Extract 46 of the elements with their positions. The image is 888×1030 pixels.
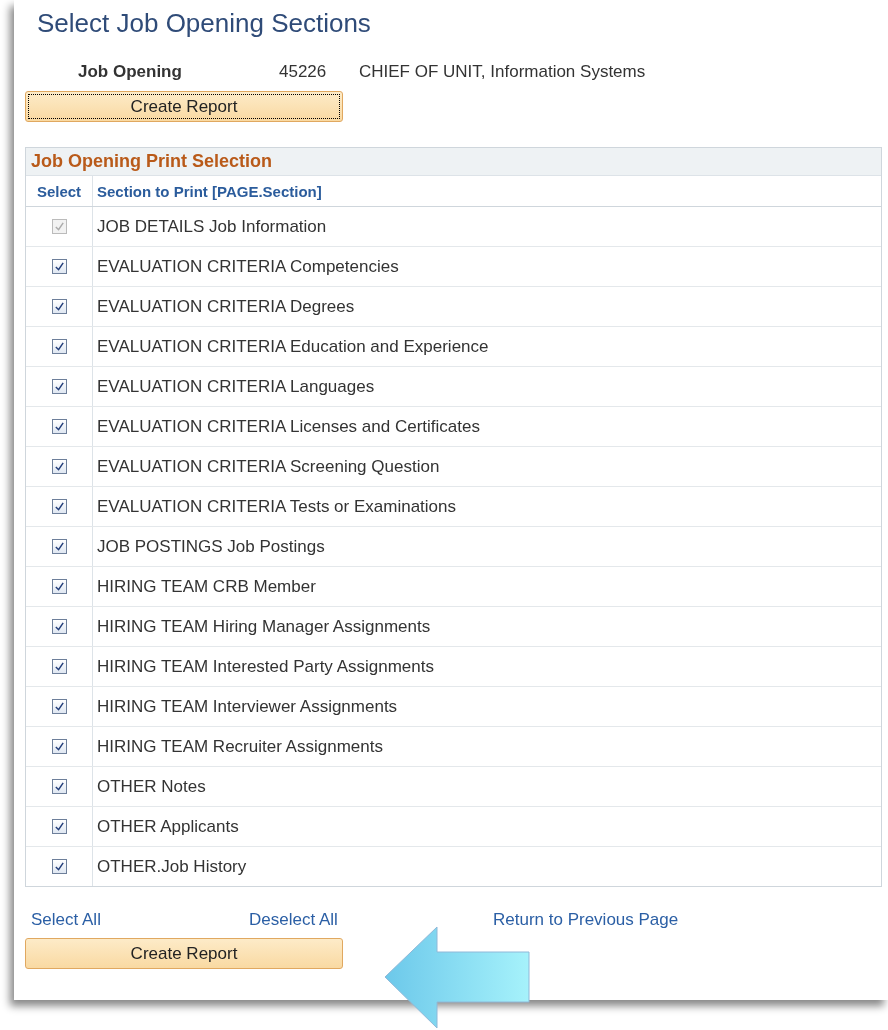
- checkbox[interactable]: [51, 299, 67, 314]
- checkbox[interactable]: [51, 459, 67, 474]
- table-cell: HIRING TEAM Recruiter Assignments: [97, 736, 383, 757]
- link[interactable]: Return to Previous Page: [493, 910, 679, 930]
- job-opening-number: 45226: [279, 62, 328, 82]
- arrow-icon: [383, 925, 533, 1030]
- checkbox[interactable]: [51, 539, 67, 554]
- table-cell: HIRING TEAM Interested Party Assignments: [97, 656, 434, 677]
- grid-title: Job Opening Print Selection: [26, 148, 881, 176]
- checkbox[interactable]: [51, 619, 67, 634]
- table-cell: EVALUATION CRITERIA Licenses and Certificates: [97, 416, 480, 437]
- column-header: Select: [26, 176, 93, 206]
- field-label: Job Opening: [77, 62, 183, 82]
- checkbox[interactable]: [51, 579, 67, 594]
- table-cell: EVALUATION CRITERIA Screening Question: [97, 456, 440, 477]
- create-report-button[interactable]: Create Report: [25, 938, 343, 969]
- table-cell: HIRING TEAM CRB Member: [97, 576, 316, 597]
- table-cell: EVALUATION CRITERIA Degrees: [97, 296, 355, 317]
- checkbox[interactable]: [51, 339, 67, 354]
- checkbox[interactable]: [51, 699, 67, 714]
- checkbox[interactable]: [51, 499, 67, 514]
- checkbox[interactable]: [51, 739, 67, 754]
- table-cell: EVALUATION CRITERIA Competencies: [97, 256, 399, 277]
- table-cell: OTHER.Job History: [97, 856, 247, 877]
- link[interactable]: Deselect All: [249, 910, 493, 930]
- column-header: Section to Print [PAGE.Section]: [96, 181, 323, 202]
- checkbox[interactable]: [51, 819, 67, 834]
- job-opening-description: CHIEF OF UNIT, Information Systems: [359, 62, 646, 82]
- table-cell: OTHER Applicants: [97, 816, 239, 837]
- table-cell: HIRING TEAM Interviewer Assignments: [97, 696, 398, 717]
- table-cell: EVALUATION CRITERIA Education and Experience: [97, 336, 489, 357]
- link[interactable]: Select All: [31, 910, 249, 930]
- page-title: Select Job Opening Sections: [36, 7, 372, 40]
- table-cell: JOB DETAILS Job Information: [97, 216, 327, 237]
- checkbox[interactable]: [51, 259, 67, 274]
- table-cell: OTHER Notes: [97, 776, 206, 797]
- table-cell: JOB POSTINGS Job Postings: [97, 536, 325, 557]
- create-report-button[interactable]: Create Report: [25, 91, 343, 122]
- checkbox[interactable]: [51, 419, 67, 434]
- table-cell: EVALUATION CRITERIA Tests or Examinations: [97, 496, 456, 517]
- checkbox[interactable]: [51, 379, 67, 394]
- checkbox[interactable]: [51, 659, 67, 674]
- table-cell: EVALUATION CRITERIA Languages: [97, 376, 375, 397]
- checkbox[interactable]: [51, 859, 67, 874]
- table-cell: HIRING TEAM Hiring Manager Assignments: [97, 616, 431, 637]
- checkbox[interactable]: [51, 779, 67, 794]
